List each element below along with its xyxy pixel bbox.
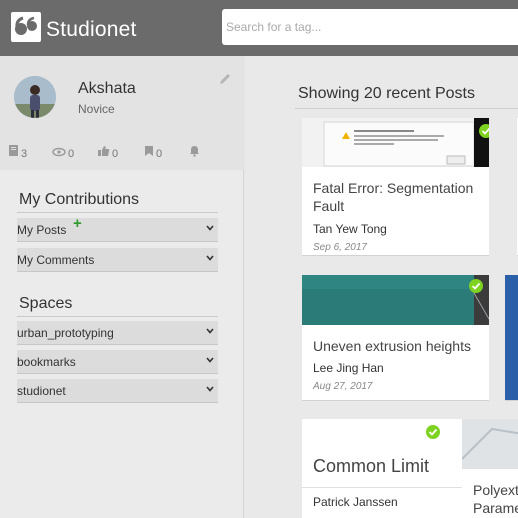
post-card[interactable]: Fatal Error: Segmentation Fault Tan Yew … [302, 118, 489, 256]
top-bar: Studionet [0, 0, 518, 56]
check-circle-icon [479, 124, 489, 138]
post-title[interactable]: Fatal Error: Segmentation [313, 179, 473, 197]
sidebar: Akshata Novice 3 0 0 0 My Contributions … [0, 56, 244, 518]
nav-item-label: My Comments [17, 253, 95, 267]
contributions-heading: My Contributions [19, 191, 140, 208]
posts-count: 3 [21, 148, 28, 160]
divider [17, 212, 218, 213]
nav-item-label: bookmarks [17, 355, 76, 369]
divider [17, 316, 218, 317]
bookmarks-count: 0 [156, 148, 163, 160]
post-author[interactable]: Patrick Janssen [313, 495, 398, 509]
logo-icon[interactable] [11, 12, 41, 42]
nav-item-studionet[interactable]: studionet [17, 379, 218, 403]
document-icon [8, 144, 21, 160]
chevron-down-icon [206, 255, 214, 261]
post-card[interactable]: Uneven extrusion heights Lee Jing Han Au… [302, 275, 489, 401]
chevron-down-icon [206, 386, 214, 392]
user-name[interactable]: Akshata [78, 80, 136, 98]
user-rank: Novice [78, 102, 115, 116]
post-title[interactable]: Common Limit [313, 455, 429, 477]
post-thumbnail [302, 275, 489, 325]
post-date: Aug 27, 2017 [313, 381, 373, 392]
nav-item-label: My Posts [17, 223, 67, 237]
chevron-down-icon [206, 357, 214, 363]
user-stats: 3 0 0 0 [8, 138, 238, 160]
post-feed: Showing 20 recent Posts Fatal Error: Seg… [245, 56, 518, 518]
bookmarks-stat[interactable]: 0 [144, 138, 162, 160]
nav-item-bookmarks[interactable]: bookmarks [17, 350, 218, 374]
post-author[interactable]: Lee Jing Han [313, 361, 384, 375]
avatar[interactable] [14, 76, 56, 118]
check-circle-icon [426, 425, 440, 439]
check-circle-icon [469, 279, 483, 293]
pencil-icon[interactable] [218, 72, 232, 86]
divider [302, 487, 489, 488]
profile-panel: Akshata Novice 3 0 0 0 [0, 56, 244, 170]
likes-count: 0 [112, 148, 119, 160]
nav-item-label: urban_prototyping [17, 326, 114, 340]
nav-item-my-comments[interactable]: My Comments [17, 248, 218, 272]
post-title[interactable]: Polyext [473, 481, 518, 499]
search-input[interactable] [222, 9, 518, 45]
bookmark-icon [144, 145, 156, 160]
eye-icon [52, 147, 68, 160]
chevron-down-icon [206, 225, 214, 231]
spaces-heading: Spaces [19, 295, 73, 312]
divider [295, 108, 518, 109]
post-date: Sep 6, 2017 [313, 242, 367, 253]
feed-heading: Showing 20 recent Posts [298, 85, 475, 102]
post-thumbnail [462, 419, 518, 469]
add-post-icon[interactable]: + [73, 215, 82, 232]
nav-item-my-posts[interactable]: My Posts + [17, 215, 218, 242]
nav-item-label: studionet [17, 384, 66, 398]
notifications-stat[interactable] [189, 138, 202, 160]
bell-icon [189, 145, 202, 160]
views-stat[interactable]: 0 [52, 138, 74, 160]
post-title[interactable]: Parame [473, 499, 518, 517]
nav-item-urban-prototyping[interactable]: urban_prototyping [17, 321, 218, 345]
views-count: 0 [68, 148, 75, 160]
post-thumbnail [302, 118, 489, 167]
post-card[interactable]: Polyext Parame [462, 419, 518, 518]
thumbs-up-icon [97, 145, 112, 160]
post-title[interactable]: Uneven extrusion heights [313, 337, 471, 355]
app-title[interactable]: Studionet [46, 18, 137, 42]
post-author[interactable]: Tan Yew Tong [313, 222, 387, 236]
posts-stat[interactable]: 3 [8, 138, 27, 160]
likes-stat[interactable]: 0 [97, 138, 118, 160]
post-card[interactable] [505, 275, 518, 401]
post-card[interactable]: Common Limit Patrick Janssen [302, 419, 489, 518]
chevron-down-icon [206, 328, 214, 334]
post-title[interactable]: Fault [313, 197, 344, 215]
